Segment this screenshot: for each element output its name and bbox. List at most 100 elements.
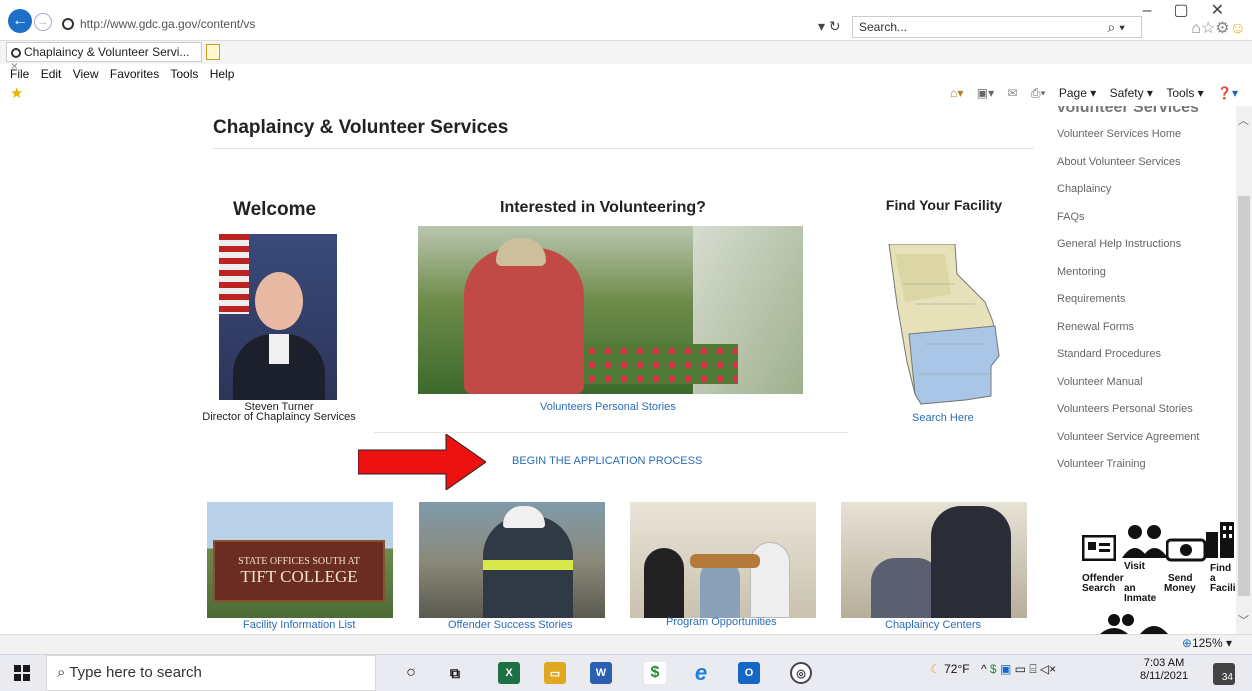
offender-success-photo[interactable] (419, 502, 605, 618)
taskbar-search-input[interactable]: ⌕ Type here to search (46, 655, 376, 691)
begin-application-link[interactable]: BEGIN THE APPLICATION PROCESS (512, 455, 702, 467)
divider (374, 432, 848, 433)
notification-center-icon[interactable]: 34 (1213, 663, 1235, 685)
cortana-icon[interactable]: ○ (400, 662, 422, 684)
sidebar-item-about-volunteer-services[interactable]: About Volunteer Services (1057, 154, 1237, 182)
status-bar (0, 634, 1252, 654)
volunteer-photo[interactable] (418, 226, 803, 394)
program-photo[interactable] (630, 502, 816, 618)
outlook-icon[interactable]: O (738, 662, 760, 684)
sidebar-item-volunteers-personal-stories[interactable]: Volunteers Personal Stories (1057, 401, 1237, 429)
tray-outlook-icon[interactable]: ▣ (1000, 662, 1011, 676)
task-view-icon[interactable]: ⧉ (444, 662, 466, 684)
volunteer-stories-link[interactable]: Volunteers Personal Stories (540, 401, 676, 413)
tab-title: Chaplaincy & Volunteer Servi... (24, 45, 190, 59)
send-money-icon[interactable] (1166, 538, 1206, 562)
back-button[interactable]: ← (8, 9, 32, 33)
search-icon[interactable]: ⌕ ▾ (1107, 19, 1125, 36)
sign-line1: STATE OFFICES SOUTH AT (238, 555, 360, 567)
sidebar-item-general-help[interactable]: General Help Instructions (1057, 236, 1237, 264)
sidebar-item-requirements[interactable]: Requirements (1057, 291, 1237, 319)
zoom-control[interactable]: ⊕125% ▾ (1182, 636, 1232, 650)
visit-label-1[interactable]: Visit (1124, 562, 1145, 572)
sidebar-item-volunteer-training[interactable]: Volunteer Training (1057, 456, 1237, 484)
taskbar-search-placeholder: Type here to search (69, 664, 202, 681)
sidebar-item-volunteer-services-home[interactable]: Volunteer Services Home (1057, 126, 1237, 154)
sidebar-item-standard-procedures[interactable]: Standard Procedures (1057, 346, 1237, 374)
visit-label-2[interactable]: an Inmate (1124, 584, 1156, 604)
offender-success-link[interactable]: Offender Success Stories (448, 619, 573, 631)
taskbar-clock[interactable]: 7:03 AM 8/11/2021 (1140, 657, 1188, 683)
command-bar: ⌂▾ ▣▾ ✉ ⎙▾ Page ▾ Safety ▾ Tools ▾ ❓▾ (940, 86, 1238, 101)
visit-inmate-icon[interactable] (1122, 524, 1168, 558)
vertical-scrollbar[interactable]: ︿ ﹀ (1236, 106, 1252, 634)
forward-button[interactable]: → (34, 13, 52, 31)
red-arrow-icon (358, 434, 486, 490)
clock-time: 7:03 AM (1143, 657, 1185, 669)
windows-start-icon[interactable] (14, 665, 30, 681)
safety-menu[interactable]: Safety ▾ (1110, 86, 1153, 100)
volume-icon[interactable]: ◁× (1040, 662, 1056, 676)
clock-date: 8/11/2021 (1140, 670, 1189, 682)
word-icon[interactable]: W (590, 662, 612, 684)
tray-money-icon[interactable]: $ (990, 662, 997, 676)
menu-help[interactable]: Help (210, 67, 235, 81)
sidebar-item-volunteer-service-agreement[interactable]: Volunteer Service Agreement (1057, 429, 1237, 457)
refresh-icon[interactable]: ▾ ↻ (818, 18, 841, 35)
menu-file[interactable]: File (10, 67, 29, 81)
menu-edit[interactable]: Edit (41, 67, 62, 81)
sidebar-item-faqs[interactable]: FAQs (1057, 209, 1237, 237)
favorites-star-icon[interactable]: ★ (10, 84, 23, 102)
system-tray: ☾ 72°F ^ $ ▣ ▭ ⌸ ◁× (930, 662, 1056, 677)
url-field[interactable]: http://www.gdc.ga.gov/content/vs (56, 16, 846, 38)
sidebar-item-chaplaincy[interactable]: Chaplaincy (1057, 181, 1237, 209)
feeds-icon[interactable]: ▣▾ (977, 86, 994, 100)
sidebar-item-mentoring[interactable]: Mentoring (1057, 264, 1237, 292)
weather-temp[interactable]: 72°F (944, 662, 969, 676)
battery-icon[interactable]: ▭ (1015, 662, 1026, 676)
window-controls[interactable]: –▢✕ (1143, 0, 1246, 20)
facility-photo[interactable]: STATE OFFICES SOUTH AT TIFT COLLEGE (207, 502, 393, 618)
divider (213, 148, 1034, 149)
send-money-label-2[interactable]: Money (1164, 584, 1196, 594)
offender-search-icon[interactable] (1082, 535, 1116, 561)
sidebar-heading: Volunteer Services (1056, 106, 1199, 114)
facility-info-link[interactable]: Facility Information List (243, 619, 355, 631)
mail-icon[interactable]: ✉ (1007, 86, 1017, 100)
partial-quicklink-icon[interactable] (1100, 610, 1170, 634)
page-menu[interactable]: Page ▾ (1059, 86, 1096, 100)
director-caption: Steven Turner Director of Chaplaincy Ser… (196, 402, 362, 423)
page-title: Chaplaincy & Volunteer Services (213, 117, 509, 138)
print-icon[interactable]: ⎙▾ (1031, 86, 1046, 100)
home-favorites-settings-icons[interactable]: ⌂☆⚙☺ (1191, 18, 1246, 38)
director-portrait (219, 234, 337, 400)
tray-chevron-icon[interactable]: ^ (981, 662, 987, 676)
menu-favorites[interactable]: Favorites (110, 67, 159, 81)
network-icon[interactable]: ⌸ (1029, 662, 1036, 676)
sidebar-item-renewal-forms[interactable]: Renewal Forms (1057, 319, 1237, 347)
help-icon[interactable]: ❓▾ (1217, 86, 1238, 100)
new-tab-button[interactable] (206, 44, 220, 60)
notification-count: 34 (1221, 672, 1233, 683)
director-role: Director of Chaplaincy Services (202, 411, 356, 423)
program-opportunities-link[interactable]: Program Opportunities (666, 616, 777, 628)
excel-icon[interactable]: X (498, 662, 520, 684)
sidebar-item-volunteer-manual[interactable]: Volunteer Manual (1057, 374, 1237, 402)
weather-moon-icon[interactable]: ☾ (930, 662, 941, 676)
browser-search-input[interactable]: Search... ⌕ ▾ (852, 16, 1142, 38)
chaplaincy-centers-link[interactable]: Chaplaincy Centers (885, 619, 981, 631)
tab-current[interactable]: Chaplaincy & Volunteer Servi... × (6, 42, 202, 73)
chaplaincy-photo[interactable] (841, 502, 1027, 618)
menu-view[interactable]: View (73, 67, 99, 81)
home-icon[interactable]: ⌂▾ (950, 86, 963, 100)
sign-line2: TIFT COLLEGE (240, 566, 358, 586)
menu-tools[interactable]: Tools (170, 67, 198, 81)
file-explorer-icon[interactable]: ▭ (544, 662, 566, 684)
volunteering-heading: Interested in Volunteering? (500, 199, 706, 216)
tools-menu[interactable]: Tools ▾ (1166, 86, 1203, 100)
gdc-seal-icon[interactable]: ◎ (790, 662, 812, 684)
internet-explorer-icon[interactable]: e (690, 660, 712, 685)
georgia-map[interactable] (885, 244, 1000, 409)
search-here-link[interactable]: Search Here (912, 412, 974, 424)
money-app-icon[interactable]: $ (644, 662, 666, 684)
